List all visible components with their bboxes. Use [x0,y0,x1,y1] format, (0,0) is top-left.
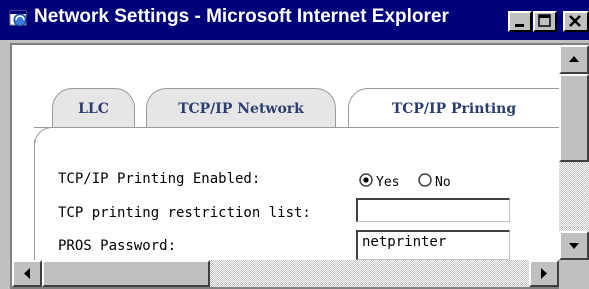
scroll-down-button[interactable] [559,231,589,260]
restriction-list-label: TCP printing restriction list: [58,205,311,221]
close-button[interactable] [563,11,589,32]
pros-password-label: PROS Password: [58,238,177,254]
restriction-list-input[interactable] [356,198,510,222]
vertical-scrollbar[interactable] [559,45,589,260]
horizontal-scrollbar[interactable] [12,260,559,287]
minimize-button[interactable] [508,11,532,32]
arrow-left-icon [24,268,30,279]
tab-tcpip-printing-label: TCP/IP Printing [391,101,517,117]
arrow-up-icon [569,56,579,62]
maximize-button[interactable] [533,11,557,32]
tab-tcpip-network-label: TCP/IP Network [178,101,304,117]
vertical-scroll-thumb[interactable] [559,74,589,162]
tab-llc[interactable]: LLC [52,88,135,128]
minimize-icon [515,24,524,27]
radio-yes[interactable] [359,173,373,187]
page-content [12,45,559,260]
ie-icon[interactable] [9,9,29,29]
scroll-up-button[interactable] [559,45,589,74]
close-icon [569,15,581,27]
arrow-right-icon [541,268,547,279]
browser-window: Network Settings - Microsoft Internet Ex… [0,0,589,289]
radio-yes-label: Yes [376,175,400,190]
window-title: Network Settings - Microsoft Internet Ex… [34,6,449,27]
pros-password-input[interactable]: netprinter [356,230,510,260]
scrollbar-corner [559,260,589,289]
panel-left-border [34,140,35,260]
scroll-right-button[interactable] [529,260,559,287]
tab-llc-label: LLC [78,101,109,117]
radio-no-label: No [435,175,451,190]
maximize-icon [538,14,551,27]
tab-tcpip-printing[interactable]: TCP/IP Printing [348,88,559,128]
radio-no[interactable] [418,173,432,187]
panel-corner [34,127,64,157]
tab-tcpip-network[interactable]: TCP/IP Network [146,88,336,128]
title-bar[interactable]: Network Settings - Microsoft Internet Ex… [0,0,589,40]
horizontal-scroll-thumb[interactable] [42,260,210,287]
panel-top-border [34,127,559,128]
scroll-left-button[interactable] [12,260,42,287]
printing-enabled-label: TCP/IP Printing Enabled: [58,171,261,187]
arrow-down-icon [569,243,579,249]
